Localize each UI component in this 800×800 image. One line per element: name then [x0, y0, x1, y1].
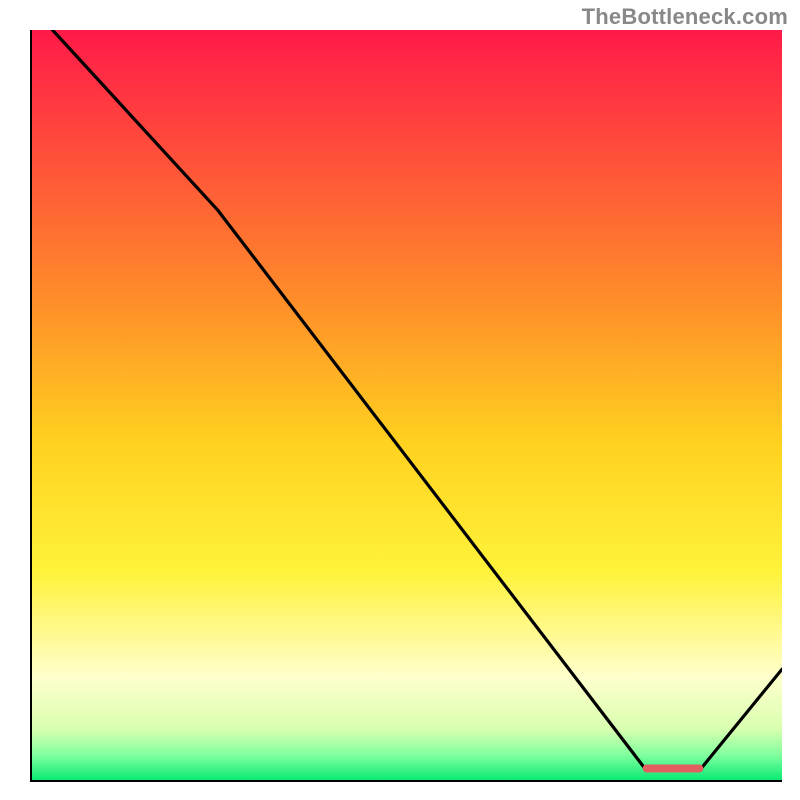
gradient-background [30, 30, 782, 782]
chart-svg [30, 30, 782, 782]
chart-container: TheBottleneck.com [0, 0, 800, 800]
watermark-text: TheBottleneck.com [582, 4, 788, 30]
plot-area [30, 30, 782, 782]
